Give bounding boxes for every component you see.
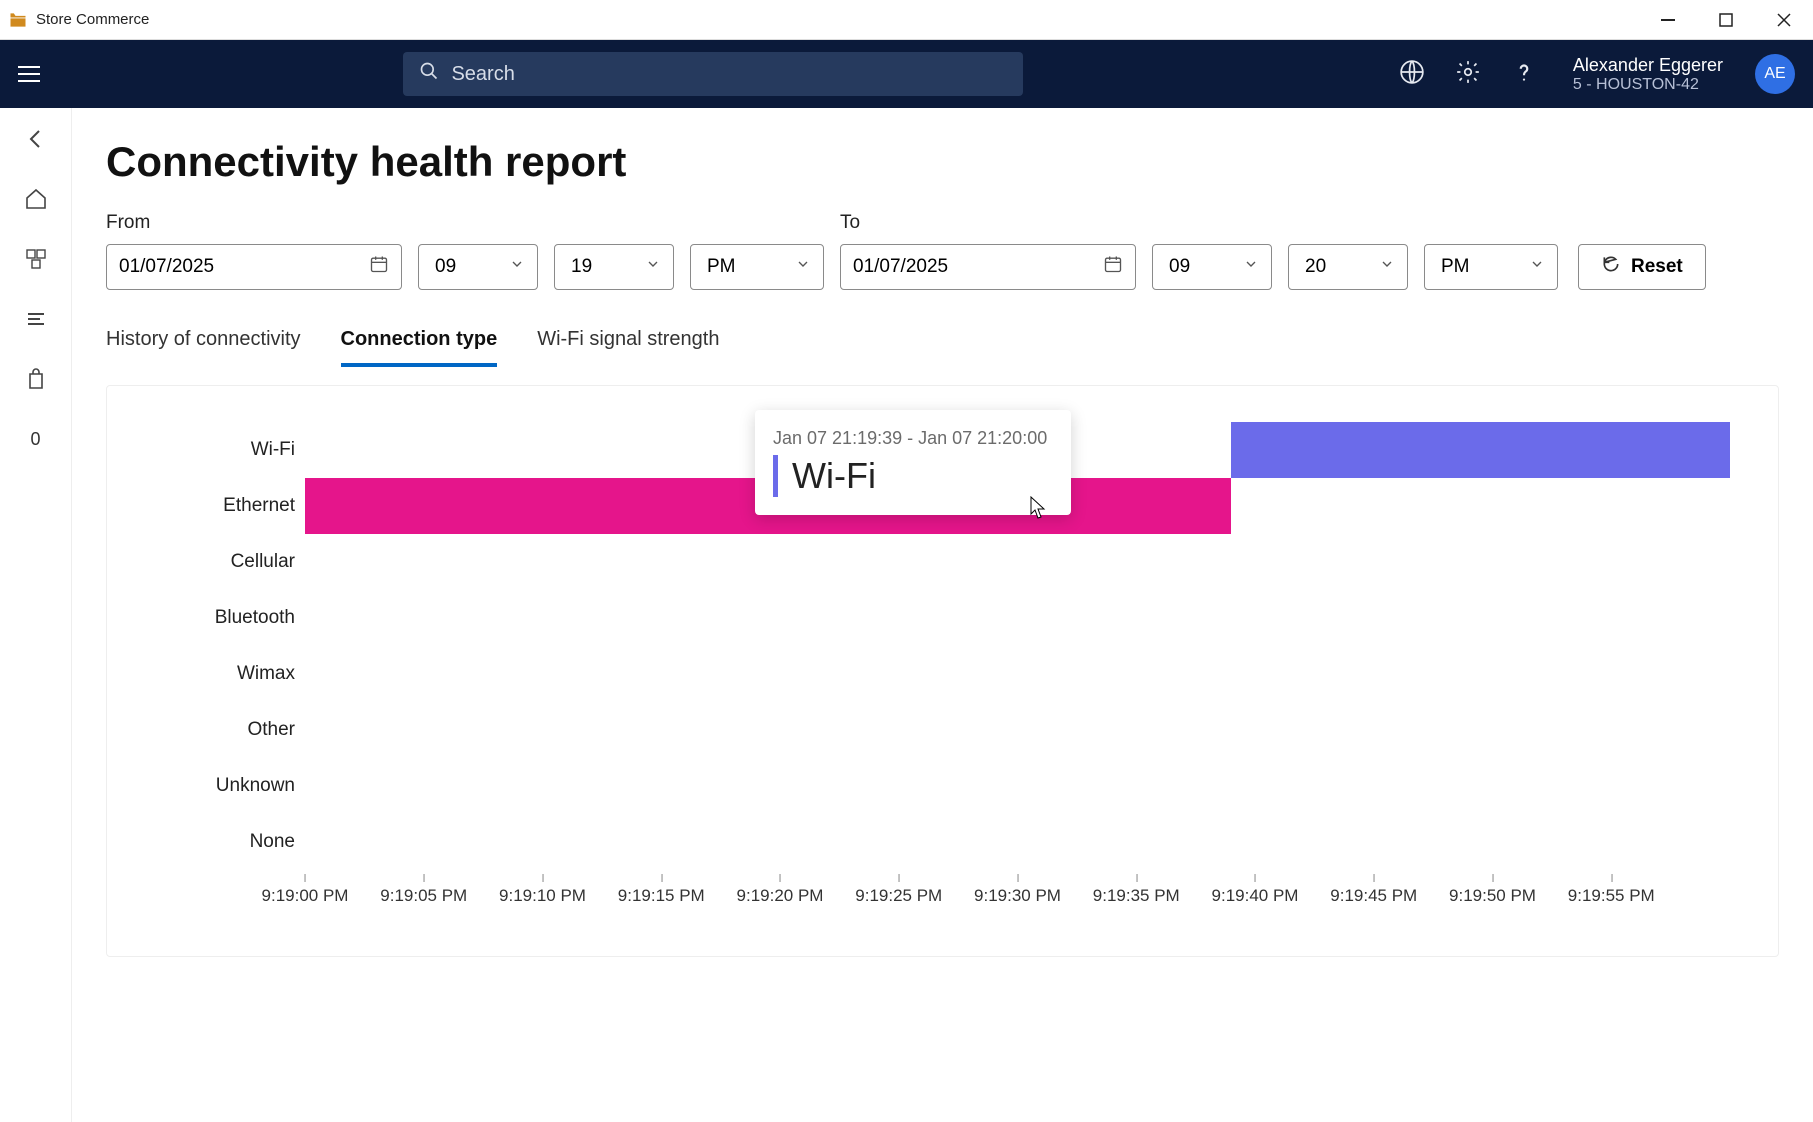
chart-x-tick: 9:19:30 PM	[974, 886, 1061, 906]
chevron-down-icon	[645, 256, 661, 278]
tooltip-range: Jan 07 21:19:39 - Jan 07 21:20:00	[773, 428, 1047, 449]
chart-x-tick: 9:19:00 PM	[262, 886, 349, 906]
window-title: Store Commerce	[36, 11, 149, 28]
to-label: To	[840, 212, 1558, 234]
chart-x-tick: 9:19:40 PM	[1212, 886, 1299, 906]
tab-wifi-strength[interactable]: Wi-Fi signal strength	[537, 328, 719, 367]
from-date-input[interactable]: 01/07/2025	[106, 244, 402, 290]
chevron-down-icon	[795, 256, 811, 278]
user-block[interactable]: Alexander Eggerer 5 - HOUSTON-42	[1573, 55, 1723, 94]
chart-tooltip: Jan 07 21:19:39 - Jan 07 21:20:00 Wi-Fi	[755, 410, 1071, 515]
cursor-icon	[1030, 496, 1046, 520]
chart-x-tick: 9:19:55 PM	[1568, 886, 1655, 906]
chart-category-label: Ethernet	[223, 495, 295, 517]
chart-x-axis: 9:19:00 PM9:19:05 PM9:19:10 PM9:19:15 PM…	[305, 886, 1730, 926]
maximize-button[interactable]	[1697, 0, 1755, 40]
chart-x-tick: 9:19:10 PM	[499, 886, 586, 906]
chart-x-tick: 9:19:15 PM	[618, 886, 705, 906]
search-wrapper: Search	[403, 52, 1023, 96]
boxes-icon[interactable]	[23, 246, 49, 272]
to-hour-select[interactable]: 09	[1152, 244, 1272, 290]
calendar-icon	[369, 254, 389, 280]
app-header: Search Alexander Eggerer 5 - HOUSTON-42 …	[0, 40, 1813, 108]
window-titlebar: Store Commerce	[0, 0, 1813, 40]
page-title: Connectivity health report	[106, 138, 1779, 186]
from-label: From	[106, 212, 824, 234]
from-group: From 01/07/2025 09 19 PM	[106, 212, 824, 290]
nav-badge[interactable]: 0	[23, 426, 49, 452]
titlebar-left: Store Commerce	[8, 10, 149, 30]
hamburger-menu-button[interactable]	[18, 60, 46, 88]
search-icon	[419, 61, 439, 87]
globe-icon[interactable]	[1399, 59, 1425, 90]
chart-x-tick: 9:19:05 PM	[380, 886, 467, 906]
chevron-down-icon	[1379, 256, 1395, 278]
chart-category-label: None	[250, 831, 295, 853]
user-location: 5 - HOUSTON-42	[1573, 76, 1723, 94]
from-hour-select[interactable]: 09	[418, 244, 538, 290]
from-minute-select[interactable]: 19	[554, 244, 674, 290]
tabs: History of connectivity Connection type …	[106, 328, 1779, 367]
chart-x-tick: 9:19:45 PM	[1330, 886, 1417, 906]
user-name: Alexander Eggerer	[1573, 55, 1723, 76]
help-icon[interactable]	[1511, 59, 1537, 90]
chart-category-label: Other	[247, 719, 295, 741]
chart[interactable]: Wi-Fi Ethernet Cellular Bluetooth Wimax Other…	[125, 416, 1760, 936]
chart-card: Wi-Fi Ethernet Cellular Bluetooth Wimax Other…	[106, 385, 1779, 957]
tab-connection-type[interactable]: Connection type	[341, 328, 498, 367]
tooltip-value: Wi-Fi	[773, 455, 1047, 497]
chart-x-tick: 9:19:50 PM	[1449, 886, 1536, 906]
reset-button[interactable]: Reset	[1578, 244, 1706, 290]
back-icon[interactable]	[23, 126, 49, 152]
avatar[interactable]: AE	[1755, 54, 1795, 94]
bag-icon[interactable]	[23, 366, 49, 392]
minimize-button[interactable]	[1639, 0, 1697, 40]
header-icons	[1399, 59, 1537, 90]
filters-row: From 01/07/2025 09 19 PM To 01/07/2025	[106, 212, 1779, 290]
list-icon[interactable]	[23, 306, 49, 332]
chart-category-label: Wi-Fi	[251, 439, 295, 461]
chart-category-label: Wimax	[237, 663, 295, 685]
from-ampm-select[interactable]: PM	[690, 244, 824, 290]
chart-category-label: Cellular	[231, 551, 295, 573]
app-icon	[8, 10, 28, 30]
chart-x-tick: 9:19:25 PM	[855, 886, 942, 906]
chart-x-tick: 9:19:35 PM	[1093, 886, 1180, 906]
chart-bar[interactable]	[1231, 422, 1730, 478]
search-placeholder: Search	[451, 63, 514, 86]
chevron-down-icon	[1243, 256, 1259, 278]
gear-icon[interactable]	[1455, 59, 1481, 90]
calendar-icon	[1103, 254, 1123, 280]
window-controls	[1639, 0, 1813, 40]
chart-category-label: Bluetooth	[215, 607, 295, 629]
home-icon[interactable]	[23, 186, 49, 212]
to-ampm-select[interactable]: PM	[1424, 244, 1558, 290]
chart-category-label: Unknown	[216, 775, 295, 797]
to-date-input[interactable]: 01/07/2025	[840, 244, 1136, 290]
chevron-down-icon	[509, 256, 525, 278]
chart-x-tick: 9:19:20 PM	[737, 886, 824, 906]
to-minute-select[interactable]: 20	[1288, 244, 1408, 290]
tab-history[interactable]: History of connectivity	[106, 328, 301, 367]
to-group: To 01/07/2025 09 20 PM	[840, 212, 1558, 290]
close-button[interactable]	[1755, 0, 1813, 40]
reset-icon	[1601, 254, 1621, 280]
main-content: Connectivity health report From 01/07/20…	[72, 108, 1813, 1122]
search-input[interactable]: Search	[403, 52, 1023, 96]
left-nav: 0	[0, 108, 72, 1122]
chevron-down-icon	[1529, 256, 1545, 278]
